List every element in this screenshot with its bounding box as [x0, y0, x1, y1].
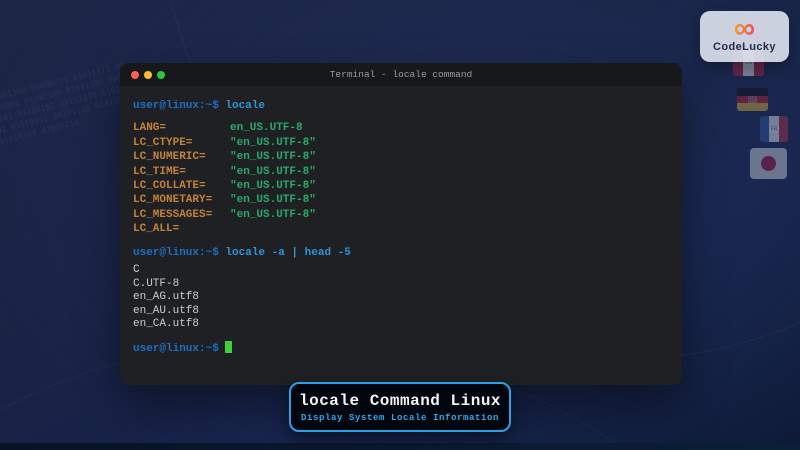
locale-key: LC_MESSAGES=	[133, 208, 230, 222]
prompt-text: user@linux:~$	[133, 247, 225, 259]
prompt-text: user@linux:~$	[133, 100, 225, 112]
output-text: en_CA.utf8	[133, 318, 199, 330]
codelucky-badge: ∞ CodeLucky	[700, 11, 789, 62]
command-text: locale -a | head -5	[225, 247, 350, 259]
locale-value: "en_US.UTF-8"	[230, 194, 316, 206]
locale-key: LC_TIME=	[133, 165, 230, 179]
output-text: C.UTF-8	[133, 278, 179, 290]
locale-key: LC_CTYPE=	[133, 136, 230, 150]
output-line: en_AU.utf8	[133, 305, 668, 319]
locale-var-line: LC_ALL=	[133, 222, 668, 236]
background-binary-code: 01001100 01000011 01011111 01000001 0100…	[0, 60, 137, 147]
locale-value: "en_US.UTF-8"	[230, 151, 316, 163]
flag-germany-icon: DE	[737, 88, 768, 111]
background-bottom-band	[0, 443, 800, 450]
locale-var-line: LANG=en_US.UTF-8	[133, 121, 668, 135]
locale-var-line: LC_COLLATE="en_US.UTF-8"	[133, 179, 668, 193]
flag-france-label: FR	[769, 126, 778, 133]
output-line: en_CA.utf8	[133, 318, 668, 332]
terminal-content[interactable]: user@linux:~$ localeLANG=en_US.UTF-8LC_C…	[120, 86, 682, 356]
output-line: C.UTF-8	[133, 278, 668, 292]
output-line: C	[133, 264, 668, 278]
prompt-text: user@linux:~$	[133, 343, 219, 355]
caption-title: locale Command Linux	[299, 392, 501, 410]
terminal-cursor	[225, 341, 232, 353]
locale-key: LANG=	[133, 121, 230, 135]
locale-value: "en_US.UTF-8"	[230, 180, 316, 192]
output-line: en_AG.utf8	[133, 291, 668, 305]
flag-japan-icon	[750, 148, 787, 179]
infinity-logo-icon: ∞	[734, 17, 755, 41]
locale-var-line: LC_MONETARY="en_US.UTF-8"	[133, 193, 668, 207]
output-text: C	[133, 264, 140, 276]
locale-key: LC_ALL=	[133, 222, 230, 236]
locale-value: "en_US.UTF-8"	[230, 137, 316, 149]
brand-name: CodeLucky	[713, 41, 776, 53]
flag-france-icon: FR	[760, 116, 788, 142]
locale-var-line: LC_CTYPE="en_US.UTF-8"	[133, 136, 668, 150]
japan-sun-circle	[761, 156, 776, 171]
locale-var-line: LC_NUMERIC="en_US.UTF-8"	[133, 150, 668, 164]
locale-key: LC_MONETARY=	[133, 193, 230, 207]
output-text: en_AU.utf8	[133, 305, 199, 317]
output-text: en_AG.utf8	[133, 291, 199, 303]
locale-key: LC_NUMERIC=	[133, 150, 230, 164]
command-text: locale	[225, 100, 265, 112]
locale-value: en_US.UTF-8	[230, 122, 303, 134]
caption-subtitle: Display System Locale Information	[301, 413, 499, 423]
locale-value: "en_US.UTF-8"	[230, 166, 316, 178]
locale-key: LC_COLLATE=	[133, 179, 230, 193]
terminal-window: Terminal - locale command user@linux:~$ …	[120, 63, 682, 385]
terminal-line: user@linux:~$ locale	[133, 99, 668, 113]
locale-var-line: LC_MESSAGES="en_US.UTF-8"	[133, 208, 668, 222]
flag-germany-label: DE	[748, 96, 757, 103]
caption-card: locale Command Linux Display System Loca…	[289, 382, 511, 432]
terminal-line: user@linux:~$	[133, 341, 668, 356]
window-title: Terminal - locale command	[120, 69, 682, 80]
command-output-block: C C.UTF-8en_AG.utf8 en_AU.utf8en_CA.utf8	[133, 264, 668, 332]
terminal-line: user@linux:~$ locale -a | head -5	[133, 246, 668, 260]
terminal-titlebar: Terminal - locale command	[120, 63, 682, 86]
locale-value: "en_US.UTF-8"	[230, 209, 316, 221]
locale-var-line: LC_TIME="en_US.UTF-8"	[133, 165, 668, 179]
